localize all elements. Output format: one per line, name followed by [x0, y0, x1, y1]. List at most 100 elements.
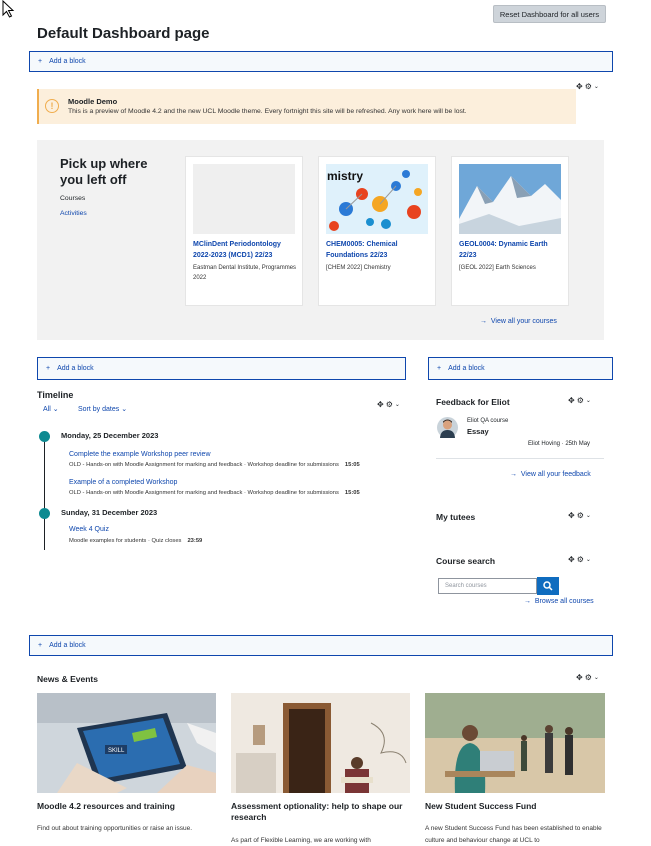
timeline-event-link[interactable]: Example of a completed Workshop [69, 479, 177, 486]
move-icon[interactable]: ✥ [576, 82, 583, 91]
plus-icon: + [38, 642, 43, 649]
feedback-by: Eliot Hoving · 25th May [528, 441, 591, 447]
chevron-down-icon[interactable]: ⌄ [594, 674, 599, 681]
view-all-feedback-label: View all your feedback [520, 471, 591, 478]
add-block-button-bottom[interactable]: + Add a block [29, 635, 613, 656]
course-title[interactable]: MClinDent Periodontology 2022-2023 (MCD1… [193, 239, 297, 261]
filter-label: All [43, 406, 51, 413]
gear-icon[interactable]: ⚙ [585, 673, 592, 682]
add-block-button-top[interactable]: + Add a block [29, 51, 613, 72]
arrow-right-icon: → [524, 598, 531, 605]
timeline-date: Monday, 25 December 2023 [61, 431, 159, 440]
news-image-campus[interactable] [425, 693, 605, 793]
sort-label: Sort by dates [78, 406, 120, 413]
mountain-image [459, 164, 561, 234]
news-text: As part of Flexible Learning, we are wor… [231, 837, 371, 844]
block-controls: ✥⚙⌄ [568, 396, 591, 405]
move-icon[interactable]: ✥ [576, 673, 583, 682]
add-block-button-side[interactable]: + Add a block [428, 357, 613, 380]
page-title: Default Dashboard page [37, 25, 210, 42]
course-subtitle: [GEOL 2022] Earth Sciences [459, 265, 536, 271]
gear-icon[interactable]: ⚙ [577, 511, 584, 520]
move-icon[interactable]: ✥ [568, 511, 575, 520]
chevron-down-icon: ⌄ [121, 406, 128, 413]
chevron-down-icon[interactable]: ⌄ [586, 397, 591, 404]
feedback-course: Eliot QA course [467, 418, 509, 424]
reset-dashboard-button[interactable]: Reset Dashboard for all users [493, 5, 606, 23]
plus-icon: + [46, 365, 51, 372]
block-controls: ✥⚙⌄ [377, 400, 400, 409]
news-text: A new Student Success Fund has been esta… [425, 825, 602, 844]
tutees-title: My tutees [436, 512, 476, 522]
move-icon[interactable]: ✥ [568, 396, 575, 405]
timeline-date: Sunday, 31 December 2023 [61, 508, 158, 517]
add-block-label: Add a block [57, 365, 94, 372]
plus-icon: + [38, 58, 43, 65]
news-headline[interactable]: Assessment optionality: help to shape ou… [231, 801, 411, 823]
arrow-right-icon: → [510, 471, 517, 478]
courses-tab[interactable]: Courses [60, 195, 85, 202]
chemistry-image-text: mistry [327, 169, 363, 183]
course-title[interactable]: CHEM0005: Chemical Foundations 22/23 [326, 239, 430, 261]
event-time: 15:05 [344, 462, 360, 468]
search-icon [543, 581, 553, 591]
recent-courses-block: Pick up where you left off Courses Activ… [37, 140, 604, 340]
timeline-sort-dropdown[interactable]: Sort by dates ⌄ [78, 405, 127, 413]
arrow-right-icon: → [480, 318, 487, 325]
timeline-event-meta: OLD - Hands-on with Moodle Assignment fo… [69, 490, 360, 496]
moodle-demo-alert: ! Moodle Demo This is a preview of Moodl… [37, 89, 576, 124]
timeline-dot [39, 508, 50, 519]
alert-title: Moodle Demo [68, 97, 118, 106]
news-image-laptop[interactable]: SKILL [37, 693, 216, 793]
search-button[interactable] [537, 577, 559, 595]
divider [436, 458, 604, 459]
course-card[interactable]: MClinDent Periodontology 2022-2023 (MCD1… [185, 156, 303, 306]
gear-icon[interactable]: ⚙ [585, 82, 592, 91]
event-meta-text: Moodle examples for students · Quiz clos… [69, 538, 182, 544]
chevron-down-icon[interactable]: ⌄ [594, 83, 599, 90]
svg-text:SKILL: SKILL [108, 748, 125, 754]
news-text: Find out about training opportunities or… [37, 825, 193, 832]
gear-icon[interactable]: ⚙ [577, 396, 584, 405]
course-title[interactable]: GEOL0004: Dynamic Earth 22/23 [459, 239, 563, 261]
chevron-down-icon[interactable]: ⌄ [586, 512, 591, 519]
add-block-button-main[interactable]: + Add a block [37, 357, 406, 380]
course-image-placeholder [193, 164, 295, 234]
news-image-reading[interactable] [231, 693, 410, 793]
course-subtitle: [CHEM 2022] Chemistry [326, 265, 391, 271]
event-time: 23:59 [187, 538, 203, 544]
plus-icon: + [437, 365, 442, 372]
event-meta-text: OLD - Hands-on with Moodle Assignment fo… [69, 490, 339, 496]
news-title: News & Events [37, 674, 98, 684]
chevron-down-icon[interactable]: ⌄ [586, 556, 591, 563]
timeline-event-link[interactable]: Week 4 Quiz [69, 526, 109, 533]
timeline-event-link[interactable]: Complete the example Workshop peer revie… [69, 451, 211, 458]
timeline-line [44, 435, 45, 550]
browse-courses-label: Browse all courses [534, 598, 594, 605]
avatar [437, 417, 458, 438]
course-card[interactable]: mistry CHEM0005: Chemical Foundations 22… [318, 156, 436, 306]
block-controls: ✥⚙⌄ [568, 511, 591, 520]
activities-tab[interactable]: Activities [60, 210, 87, 217]
feedback-item[interactable]: Essay [467, 427, 489, 436]
browse-courses-link[interactable]: → Browse all courses [524, 598, 594, 605]
chevron-down-icon[interactable]: ⌄ [395, 401, 400, 408]
news-headline[interactable]: Moodle 4.2 resources and training [37, 801, 217, 812]
view-all-feedback-link[interactable]: → View all your feedback [510, 471, 591, 478]
block-controls: ✥⚙⌄ [568, 555, 591, 564]
gear-icon[interactable]: ⚙ [386, 400, 393, 409]
recent-title: Pick up where you left off [60, 156, 148, 187]
exclamation-icon: ! [45, 99, 59, 113]
timeline-filter-dropdown[interactable]: All ⌄ [43, 405, 59, 413]
news-headline[interactable]: New Student Success Fund [425, 801, 605, 812]
add-block-label: Add a block [49, 642, 86, 649]
gear-icon[interactable]: ⚙ [577, 555, 584, 564]
search-input[interactable]: Search courses [438, 578, 537, 594]
move-icon[interactable]: ✥ [377, 400, 384, 409]
view-all-courses-link[interactable]: → View all your courses [480, 318, 557, 325]
alert-text: This is a preview of Moodle 4.2 and the … [68, 108, 467, 115]
timeline-title: Timeline [37, 390, 74, 400]
add-block-label: Add a block [49, 58, 86, 65]
move-icon[interactable]: ✥ [568, 555, 575, 564]
course-card[interactable]: GEOL0004: Dynamic Earth 22/23 [GEOL 2022… [451, 156, 569, 306]
